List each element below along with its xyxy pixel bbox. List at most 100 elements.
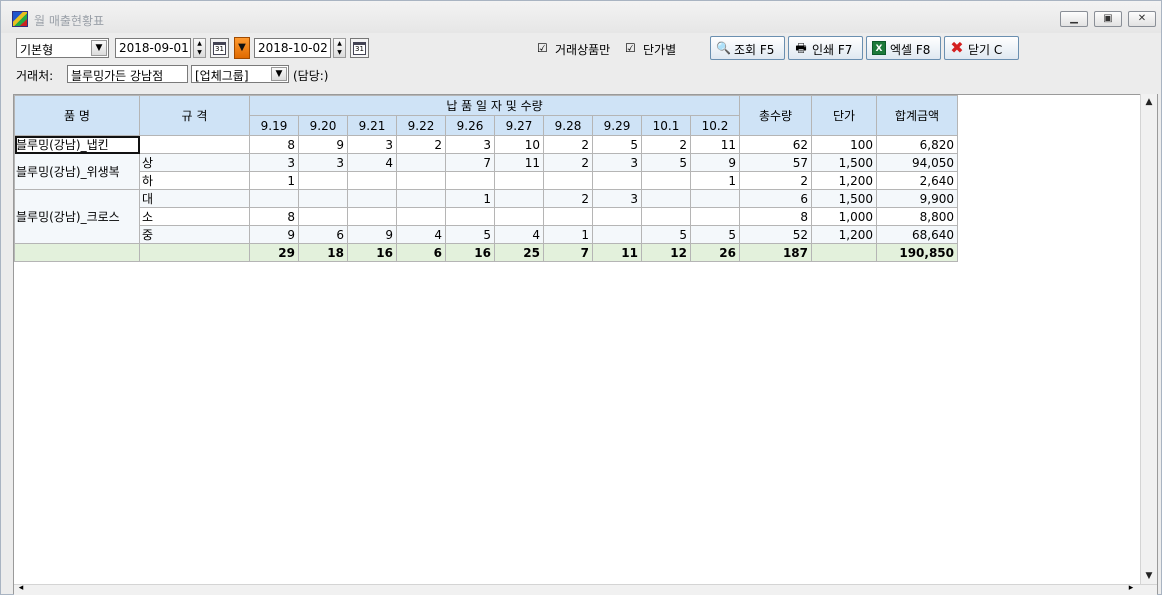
qty-cell[interactable]: 6 [298, 225, 348, 244]
qty-cell[interactable]: 3 [592, 189, 642, 208]
scroll-up-icon[interactable]: ▲ [1141, 94, 1157, 110]
minimize-button[interactable]: ▁ [1060, 11, 1088, 27]
qty-cell[interactable] [396, 171, 446, 190]
qty-cell[interactable]: 9 [298, 135, 348, 154]
amount-cell[interactable]: 2,640 [876, 171, 958, 190]
header-date-6[interactable]: 9.28 [543, 115, 593, 136]
qty-cell[interactable]: 1 [543, 225, 593, 244]
qty-cell[interactable]: 9 [690, 153, 740, 172]
qty-cell[interactable] [347, 171, 397, 190]
qty-cell[interactable]: 5 [445, 225, 495, 244]
qty-cell[interactable] [641, 207, 691, 226]
qty-cell[interactable] [298, 189, 348, 208]
table-row[interactable]: 소 8 8 1,000 8,800 [15, 207, 958, 226]
amount-cell[interactable]: 68,640 [876, 225, 958, 244]
chevron-down-icon[interactable]: ▼ [91, 40, 107, 56]
spec-cell[interactable]: 하 [139, 171, 250, 190]
spec-cell[interactable]: 상 [139, 153, 250, 172]
qty-cell[interactable] [298, 171, 348, 190]
header-date-2[interactable]: 9.21 [347, 115, 397, 136]
qty-cell[interactable] [592, 207, 642, 226]
amount-cell[interactable]: 9,900 [876, 189, 958, 208]
item-name-cell[interactable]: 블루밍(강남)_냅킨 [14, 135, 140, 154]
spec-cell[interactable] [139, 135, 250, 154]
qty-cell[interactable]: 2 [543, 135, 593, 154]
qty-cell[interactable]: 5 [641, 153, 691, 172]
qty-cell[interactable]: 8 [249, 207, 299, 226]
qty-cell[interactable] [690, 207, 740, 226]
qty-cell[interactable]: 7 [445, 153, 495, 172]
spec-cell[interactable]: 대 [139, 189, 250, 208]
qty-cell[interactable] [543, 171, 593, 190]
excel-button[interactable]: X 엑셀 F8 [866, 36, 941, 60]
calendar-from-icon[interactable]: 31 [210, 38, 229, 58]
date-to-field[interactable]: 2018-10-02 [254, 38, 331, 58]
total-qty-cell[interactable]: 52 [739, 225, 812, 244]
chevron-down-icon[interactable]: ▼ [271, 67, 287, 81]
qty-cell[interactable]: 2 [543, 189, 593, 208]
unit-price-cell[interactable]: 1,500 [811, 153, 877, 172]
scroll-left-icon[interactable]: ◂ [14, 583, 28, 595]
qty-cell[interactable] [543, 207, 593, 226]
item-name-cell[interactable]: 블루밍(강남)_크로스 [14, 189, 140, 244]
qty-cell[interactable] [347, 207, 397, 226]
qty-cell[interactable]: 3 [592, 153, 642, 172]
unit-price-cell[interactable]: 1,500 [811, 189, 877, 208]
qty-cell[interactable] [445, 207, 495, 226]
qty-cell[interactable]: 3 [298, 153, 348, 172]
qty-cell[interactable] [641, 189, 691, 208]
qty-cell[interactable]: 1 [445, 189, 495, 208]
amount-cell[interactable]: 94,050 [876, 153, 958, 172]
qty-cell[interactable]: 4 [396, 225, 446, 244]
table-row[interactable]: 중 9 6 9 4 5 4 1 5 5 52 1,200 68,640 [15, 225, 958, 244]
table-row[interactable]: 하 1 1 2 1,200 2,640 [15, 171, 958, 190]
table-row[interactable]: 블루밍(강남)_크로스 대 1 2 3 6 1,500 9,900 [14, 189, 958, 244]
close-window-button[interactable]: ✕ [1128, 11, 1156, 27]
qty-cell[interactable]: 5 [690, 225, 740, 244]
qty-cell[interactable]: 3 [445, 135, 495, 154]
qty-cell[interactable]: 4 [347, 153, 397, 172]
horizontal-scrollbar[interactable]: ◂ ▸ [14, 583, 1157, 595]
header-total-qty[interactable]: 총수량 [739, 95, 812, 136]
qty-cell[interactable] [690, 189, 740, 208]
header-date-9[interactable]: 10.2 [690, 115, 740, 136]
qty-cell[interactable]: 1 [249, 171, 299, 190]
qty-cell[interactable]: 2 [543, 153, 593, 172]
vertical-scrollbar[interactable]: ▲ ▼ [1140, 94, 1157, 584]
header-date-8[interactable]: 10.1 [641, 115, 691, 136]
header-date-1[interactable]: 9.20 [298, 115, 348, 136]
header-spec[interactable]: 규 격 [139, 95, 250, 136]
by-price-checkbox[interactable]: ☑ [625, 41, 636, 55]
total-qty-cell[interactable]: 2 [739, 171, 812, 190]
qty-cell[interactable] [347, 189, 397, 208]
qty-cell[interactable] [494, 189, 544, 208]
qty-cell[interactable]: 8 [249, 135, 299, 154]
qty-cell[interactable]: 1 [690, 171, 740, 190]
table-row[interactable]: 블루밍(강남)_위생복 상 3 3 4 7 11 2 3 5 9 57 1,500 94,050 [14, 153, 958, 190]
total-qty-cell[interactable]: 62 [739, 135, 812, 154]
qty-cell[interactable]: 11 [494, 153, 544, 172]
qty-cell[interactable]: 3 [347, 135, 397, 154]
amount-cell[interactable]: 8,800 [876, 207, 958, 226]
qty-cell[interactable] [249, 189, 299, 208]
header-date-3[interactable]: 9.22 [396, 115, 446, 136]
date-range-toggle-button[interactable]: ▼ [234, 37, 250, 59]
qty-cell[interactable] [641, 171, 691, 190]
spec-cell[interactable]: 중 [139, 225, 250, 244]
qty-cell[interactable] [396, 153, 446, 172]
unit-price-cell[interactable]: 100 [811, 135, 877, 154]
date-from-spinner[interactable]: ▲ ▼ [193, 38, 206, 58]
table-row[interactable]: 블루밍(강남)_냅킨 8 9 3 2 3 10 2 5 2 11 62 100 6,820 [14, 135, 958, 154]
date-from-field[interactable]: 2018-09-01 [115, 38, 191, 58]
customer-field[interactable]: 블루밍가든 강남점 [67, 65, 188, 83]
qty-cell[interactable] [592, 225, 642, 244]
qty-cell[interactable]: 2 [396, 135, 446, 154]
item-name-cell[interactable]: 블루밍(강남)_위생복 [14, 153, 140, 190]
qty-cell[interactable]: 5 [592, 135, 642, 154]
total-qty-cell[interactable]: 8 [739, 207, 812, 226]
header-date-4[interactable]: 9.26 [445, 115, 495, 136]
unit-price-cell[interactable]: 1,200 [811, 225, 877, 244]
spec-cell[interactable]: 소 [139, 207, 250, 226]
unit-price-cell[interactable]: 1,000 [811, 207, 877, 226]
header-item-name[interactable]: 품 명 [14, 95, 140, 136]
